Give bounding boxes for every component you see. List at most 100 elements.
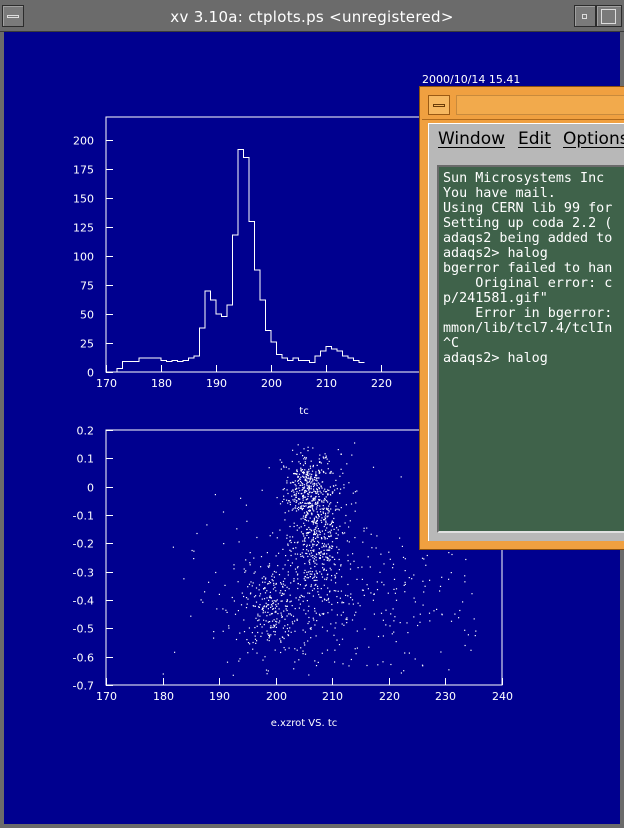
scatter-point	[273, 624, 275, 626]
scatter-point	[286, 499, 288, 501]
scatter-point	[329, 532, 332, 534]
histogram-y-tick-label: 125	[73, 222, 94, 235]
scatter-point	[268, 634, 271, 636]
menu-edit[interactable]: Edit	[518, 129, 551, 149]
scatter-point	[356, 647, 358, 649]
scatter-point	[270, 625, 272, 627]
scatter-point	[300, 518, 302, 520]
scatter-point	[390, 613, 392, 615]
scatter-point	[287, 492, 289, 495]
scatter-point	[404, 591, 406, 593]
scatter-point	[339, 597, 341, 599]
scatter-point	[345, 514, 347, 517]
scatter-point	[298, 492, 300, 494]
histogram-x-tick-label: 170	[96, 377, 117, 390]
menu-options[interactable]: Options	[563, 129, 624, 149]
scatter-point	[330, 579, 332, 581]
scatter-point	[255, 587, 258, 589]
scatter-point	[316, 464, 318, 466]
scatter-point	[296, 529, 298, 531]
scatter-point	[315, 476, 317, 478]
scatter-point	[377, 664, 379, 666]
scatter-point	[281, 616, 283, 618]
scatter-point	[400, 476, 402, 478]
scatter-point	[332, 513, 334, 515]
scatter-point	[231, 596, 233, 599]
scatter-point	[321, 546, 323, 548]
scatter-point	[288, 510, 290, 512]
scatter-point	[336, 614, 338, 616]
scatter-point	[327, 512, 329, 514]
scatter-point	[283, 466, 285, 468]
scatter-point	[271, 575, 273, 577]
scatter-point	[312, 536, 315, 539]
scatter-point	[268, 599, 270, 601]
scatter-point	[331, 491, 333, 493]
scatter-point	[286, 627, 288, 630]
scatter-point	[245, 607, 248, 609]
scatter-point	[306, 482, 308, 484]
scatter-point	[316, 525, 318, 527]
scatter-point	[202, 601, 204, 603]
scatter-point	[314, 565, 316, 568]
scatter-point	[320, 552, 322, 554]
scatter-point	[324, 538, 326, 540]
scatter-point	[279, 638, 281, 640]
scatter-point	[319, 490, 321, 492]
scatter-point	[333, 528, 335, 530]
scatter-point	[316, 506, 318, 508]
scatter-point	[322, 456, 324, 458]
scatter-point	[265, 605, 268, 607]
scatter-point	[325, 491, 328, 493]
scatter-point	[307, 550, 309, 552]
scatter-point	[345, 504, 347, 506]
scatter-point	[320, 485, 322, 487]
scatter-point	[392, 608, 394, 610]
scatter-point	[320, 462, 322, 464]
scatter-point	[313, 510, 315, 512]
scatter-point	[335, 484, 337, 486]
scatter-point	[325, 456, 327, 458]
terminal-window[interactable]: Window Edit Options Sun Microsystems Inc…	[419, 86, 624, 550]
maximize-icon[interactable]	[596, 5, 622, 27]
terminal-titlebar[interactable]	[422, 89, 624, 120]
scatter-point	[470, 649, 472, 651]
scatter-point	[333, 563, 335, 565]
scatter-point	[304, 575, 306, 578]
scatter-point	[293, 522, 295, 524]
scatter-point	[307, 474, 309, 476]
terminal-title-area[interactable]	[456, 95, 624, 115]
scatter-point	[291, 562, 293, 564]
scatter-point	[400, 672, 402, 674]
scatter-point	[329, 567, 331, 569]
scatter-point	[252, 582, 254, 584]
scatter-point	[318, 461, 321, 463]
scatter-point	[325, 507, 328, 509]
window-frame-bottom[interactable]	[0, 824, 624, 828]
scatter-point	[246, 520, 248, 522]
scatter-point	[372, 466, 375, 468]
scatter-point	[253, 557, 255, 559]
scatter-point	[302, 533, 304, 535]
scatter-point	[308, 468, 310, 470]
minimize-icon[interactable]	[574, 5, 596, 27]
scatter-point	[322, 567, 324, 569]
scatter-point	[315, 556, 317, 558]
scatter-point	[309, 480, 311, 482]
scatter-y-tick-label: -0.4	[73, 595, 94, 608]
scatter-point	[289, 594, 291, 596]
scatter-point	[291, 621, 293, 623]
scatter-point	[313, 518, 315, 520]
menu-window[interactable]: Window	[438, 129, 505, 149]
scatter-point	[428, 612, 431, 614]
scatter-point	[314, 555, 316, 557]
terminal-screen[interactable]: Sun Microsystems Inc You have mail. Using …	[437, 165, 624, 533]
xv-titlebar[interactable]: xv 3.10a: ctplots.ps <unregistered>	[0, 0, 624, 32]
scatter-point	[325, 578, 328, 581]
scatter-point	[294, 483, 296, 486]
terminal-window-menu-icon[interactable]	[428, 95, 450, 115]
scatter-point	[303, 556, 305, 558]
scatter-point	[297, 476, 300, 478]
scatter-point	[303, 492, 305, 494]
scatter-point	[258, 619, 260, 621]
